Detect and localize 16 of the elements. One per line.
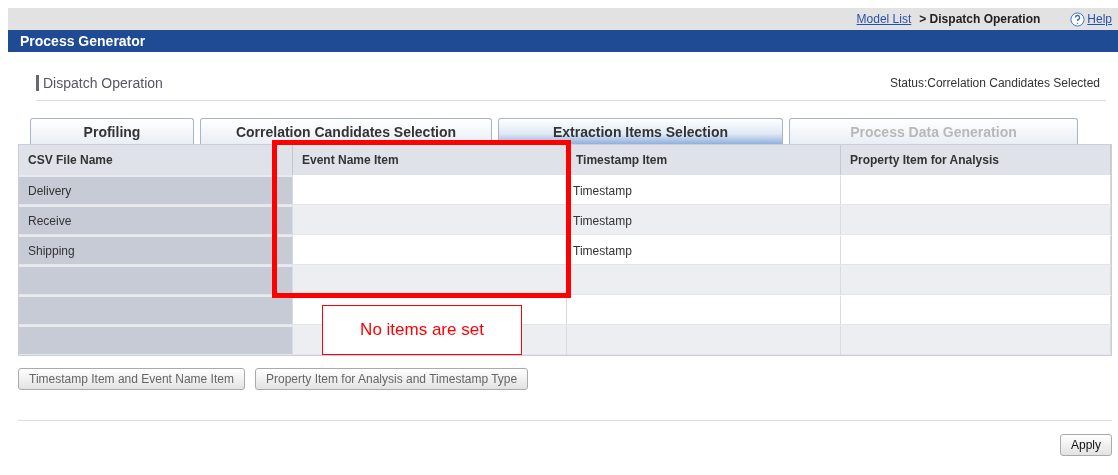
window-title: Process Generator xyxy=(8,30,1118,52)
column-header: Property Item for Analysis xyxy=(841,145,1111,175)
table-cell: Receive xyxy=(19,205,293,235)
table-cell: Delivery xyxy=(19,175,293,205)
status-text: Status:Correlation Candidates Selected xyxy=(889,76,1100,90)
tab[interactable]: Extraction Items Selection xyxy=(498,118,783,144)
table-cell: Shipping xyxy=(19,235,293,265)
column-header: CSV File Name xyxy=(19,145,293,175)
tab[interactable]: Profiling xyxy=(30,118,194,144)
column-header: Event Name Item xyxy=(293,145,567,175)
model-list-link[interactable]: Model List xyxy=(856,12,912,26)
help-link[interactable]: Help xyxy=(1087,12,1112,26)
annotation-callout: No items are set xyxy=(322,305,522,355)
page-title: Dispatch Operation xyxy=(36,75,163,91)
breadcrumb-current: > Dispatch Operation xyxy=(919,12,1041,26)
apply-button[interactable]: Apply xyxy=(1059,434,1112,456)
